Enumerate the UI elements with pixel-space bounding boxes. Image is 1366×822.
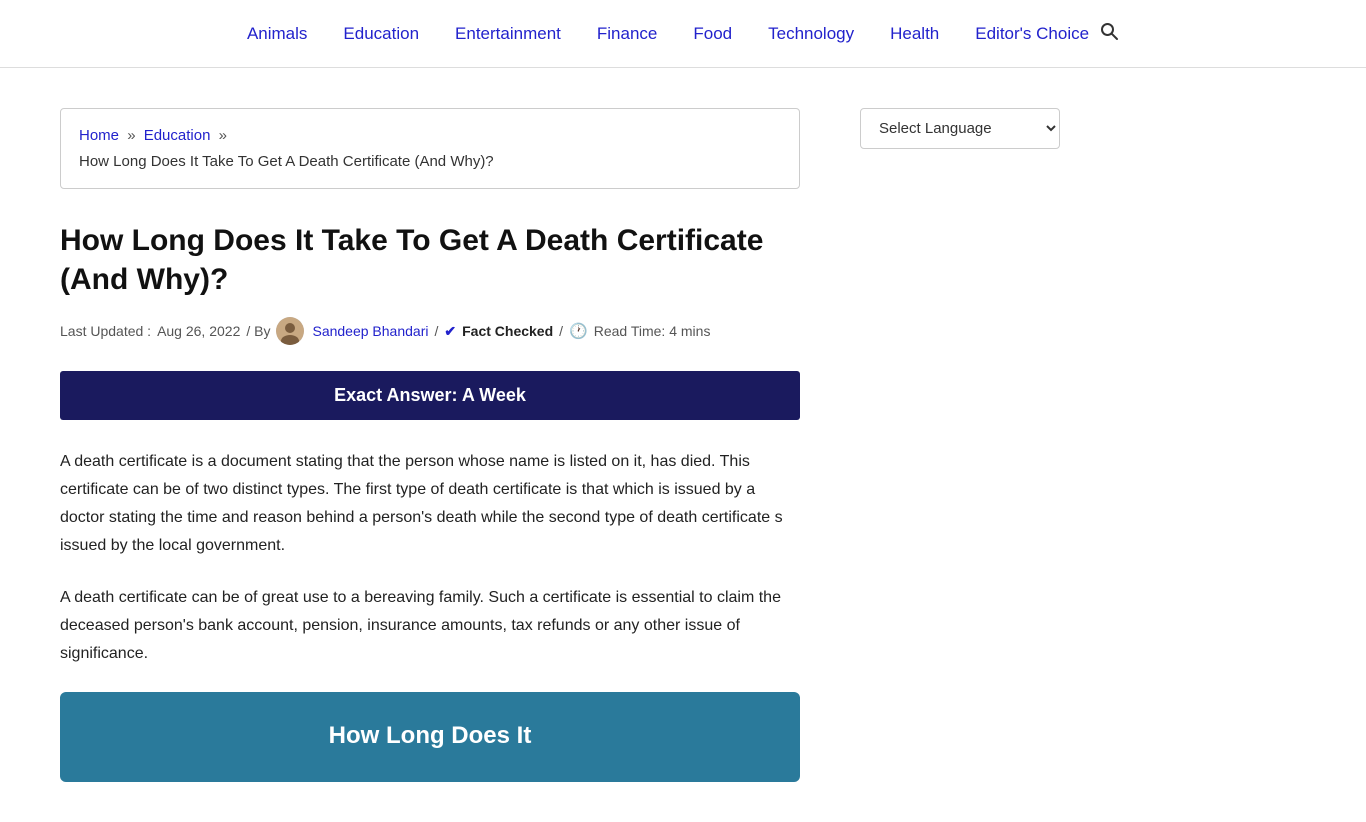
nav-item-animals[interactable]: Animals	[247, 24, 307, 44]
nav-link-editors-choice[interactable]: Editor's Choice	[975, 24, 1089, 43]
breadcrumb-sep-1: »	[127, 127, 135, 144]
nav-link-animals[interactable]: Animals	[247, 24, 307, 43]
breadcrumb-sep-2: »	[219, 127, 227, 144]
nav-item-editors-choice[interactable]: Editor's Choice	[975, 24, 1089, 44]
author-link[interactable]: Sandeep Bhandari	[312, 323, 428, 339]
breadcrumb-education-link[interactable]: Education	[144, 127, 211, 144]
breadcrumb-home-link[interactable]: Home	[79, 127, 119, 144]
exact-answer-banner: Exact Answer: A Week	[60, 371, 800, 420]
nav-link-entertainment[interactable]: Entertainment	[455, 24, 561, 43]
breadcrumb: Home » Education » How Long Does It Take…	[60, 108, 800, 189]
nav-link-finance[interactable]: Finance	[597, 24, 657, 43]
main-content: Home » Education » How Long Does It Take…	[60, 108, 800, 782]
article-body: A death certificate is a document statin…	[60, 448, 800, 668]
read-time: Read Time: 4 mins	[594, 323, 711, 339]
nav-links: Animals Education Entertainment Finance …	[247, 24, 1089, 44]
language-select[interactable]: Select Language English Spanish French G…	[860, 108, 1060, 149]
nav-item-finance[interactable]: Finance	[597, 24, 657, 44]
how-long-box-title: How Long Does It	[80, 722, 780, 750]
nav-link-health[interactable]: Health	[890, 24, 939, 43]
fact-check-icon: ✔	[444, 323, 456, 340]
search-button[interactable]	[1099, 21, 1119, 47]
nav-item-entertainment[interactable]: Entertainment	[455, 24, 561, 44]
author-avatar	[276, 317, 304, 345]
article-title: How Long Does It Take To Get A Death Cer…	[60, 221, 800, 299]
nav-item-food[interactable]: Food	[693, 24, 732, 44]
nav-item-education[interactable]: Education	[343, 24, 419, 44]
last-updated-label: Last Updated :	[60, 323, 151, 339]
article-paragraph-2: A death certificate can be of great use …	[60, 584, 800, 668]
separator-slash-1: /	[434, 323, 438, 339]
nav-link-technology[interactable]: Technology	[768, 24, 854, 43]
breadcrumb-current: How Long Does It Take To Get A Death Cer…	[79, 153, 494, 170]
how-long-box: How Long Does It	[60, 692, 800, 782]
article-paragraph-1: A death certificate is a document statin…	[60, 448, 800, 560]
page-wrapper: Home » Education » How Long Does It Take…	[0, 68, 1366, 822]
article-meta: Last Updated : Aug 26, 2022 / By Sandeep…	[60, 317, 800, 345]
search-icon	[1099, 21, 1119, 41]
nav-link-food[interactable]: Food	[693, 24, 732, 43]
fact-checked-label: Fact Checked	[462, 323, 553, 339]
nav-link-education[interactable]: Education	[343, 24, 419, 43]
nav-item-health[interactable]: Health	[890, 24, 939, 44]
separator-slash-2: /	[559, 323, 563, 339]
article-date: Aug 26, 2022	[157, 323, 240, 339]
exact-answer-text: Exact Answer: A Week	[334, 385, 526, 405]
clock-icon: 🕐	[569, 322, 588, 340]
by-label: / By	[246, 323, 270, 339]
sidebar: Select Language English Spanish French G…	[800, 108, 1060, 782]
nav-item-technology[interactable]: Technology	[768, 24, 854, 44]
main-nav: Animals Education Entertainment Finance …	[0, 0, 1366, 68]
